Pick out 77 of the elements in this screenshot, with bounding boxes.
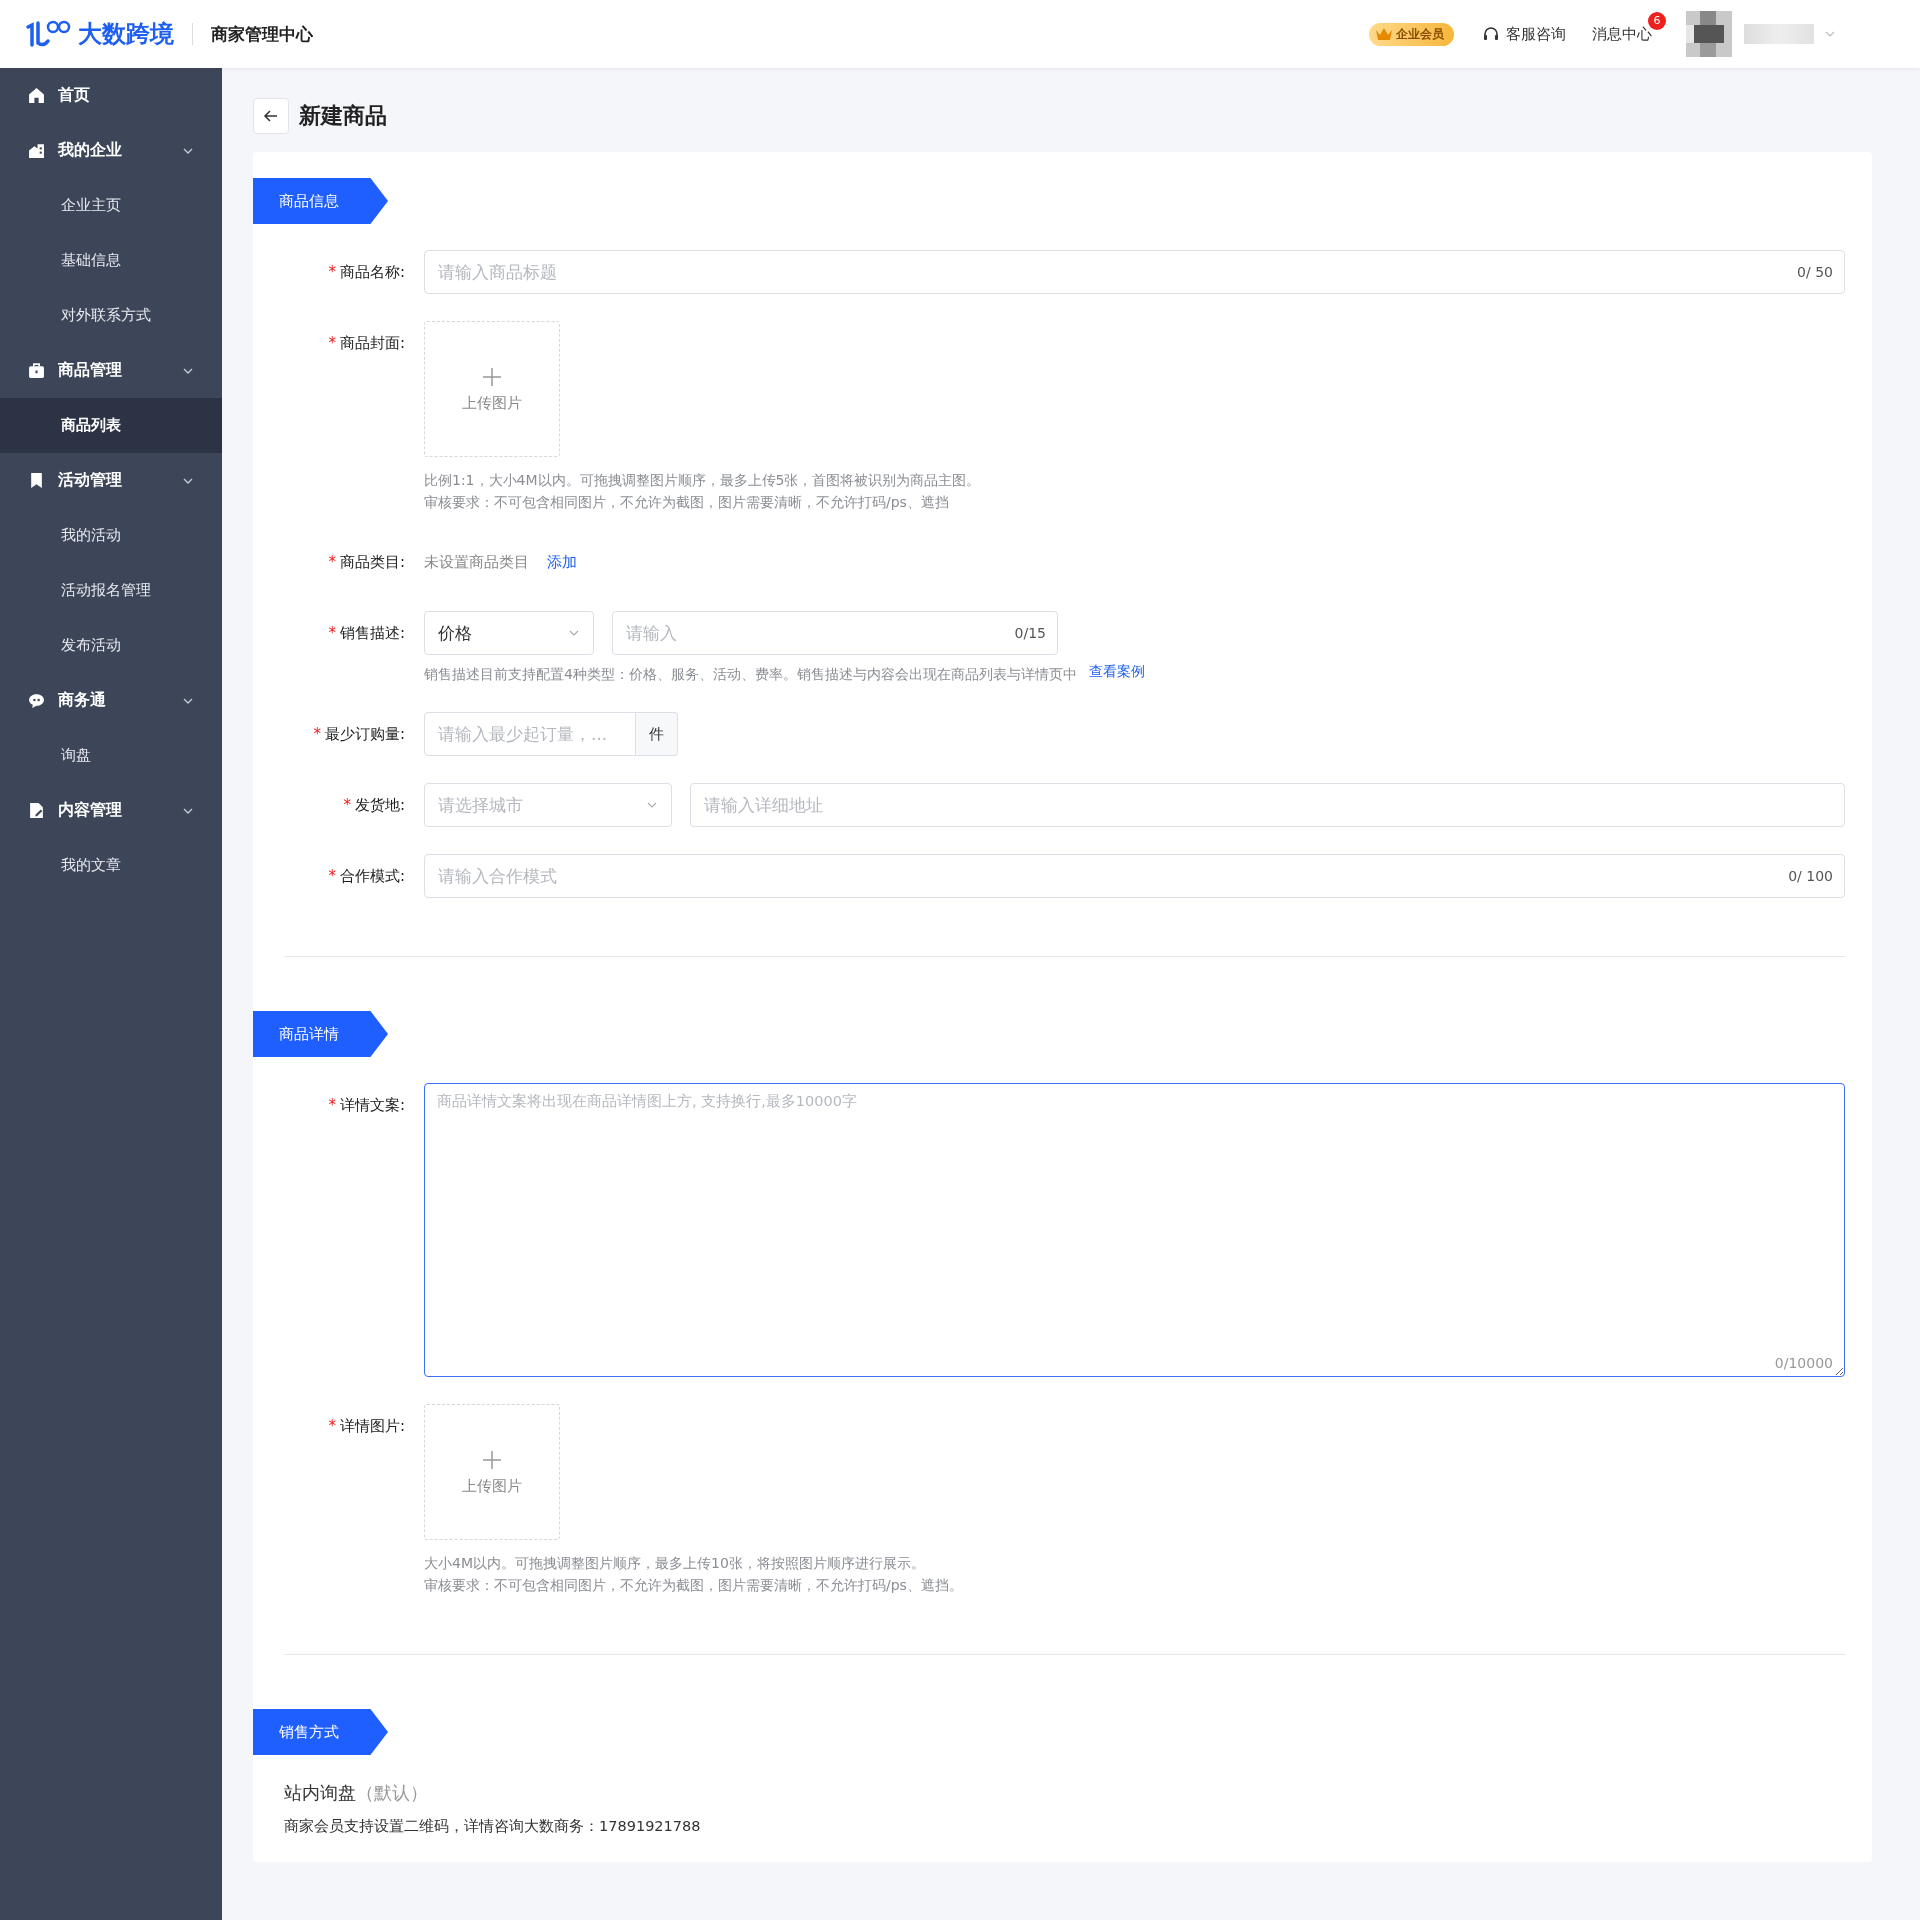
- field-label: 详情文案:: [339, 1096, 405, 1114]
- section-banner: 商品详情: [253, 1011, 388, 1057]
- plus-icon: [481, 1448, 503, 1471]
- nav-item[interactable]: 商品列表: [0, 398, 222, 453]
- hint-text: 审核要求：不可包含相同图片，不允许为截图，图片需要清晰，不允许打码/ps、遮挡: [424, 493, 950, 512]
- required-mark: *: [328, 624, 336, 642]
- required-mark: *: [328, 1417, 336, 1435]
- required-mark: *: [328, 334, 336, 352]
- nav-icon: [28, 87, 45, 104]
- nav-item[interactable]: 对外联系方式: [0, 288, 222, 343]
- nav-item[interactable]: 基础信息: [0, 233, 222, 288]
- required-mark: *: [313, 725, 321, 743]
- support-link[interactable]: 客服咨询: [1482, 24, 1566, 44]
- nav-group[interactable]: 内容管理: [0, 783, 222, 838]
- char-counter: 0/15: [1014, 624, 1046, 643]
- hint-text: 销售描述目前支持配置4种类型：价格、服务、活动、费率。销售描述与内容会出现在商品列表与详情页中: [424, 665, 1077, 684]
- nav-item[interactable]: 企业主页: [0, 178, 222, 233]
- nav-item[interactable]: 活动报名管理: [0, 563, 222, 618]
- section-banner: 商品信息: [253, 178, 388, 224]
- plus-icon: [481, 365, 503, 388]
- default-tag: （默认）: [356, 1782, 428, 1803]
- add-link[interactable]: 添加: [547, 552, 577, 572]
- field-label: 销售描述:: [339, 624, 405, 642]
- required-mark: *: [328, 553, 336, 571]
- unit-label: 件: [636, 712, 678, 756]
- char-counter: 0/10000: [1774, 1355, 1833, 1371]
- field-label: 合作模式:: [339, 867, 405, 885]
- field-label: 最少订购量:: [324, 725, 405, 743]
- example-link[interactable]: 查看案例: [1088, 663, 1145, 685]
- app-title: 商家管理中心: [211, 22, 313, 46]
- nav-group[interactable]: 活动管理: [0, 453, 222, 508]
- back-button[interactable]: [253, 98, 289, 134]
- field-label: 商品封面:: [339, 334, 405, 352]
- nav-icon: [28, 362, 45, 379]
- brand-name: 大数跨境: [78, 19, 174, 50]
- nav-item[interactable]: 发布活动: [0, 618, 222, 673]
- type-select[interactable]: 价格: [424, 611, 594, 655]
- note-text: 商家会员支持设置二维码，详情咨询大数商务：17891921788: [284, 1817, 702, 1836]
- upload-button[interactable]: 上传图片: [424, 321, 560, 457]
- blurred-username: [1744, 24, 1814, 44]
- nav-item[interactable]: 我的活动: [0, 508, 222, 563]
- avatar-icon[interactable]: [1686, 11, 1732, 57]
- nav-item[interactable]: 我的文章: [0, 838, 222, 893]
- required-mark: *: [328, 867, 336, 885]
- hint-text: 审核要求：不可包含相同图片，不允许为截图，图片需要清晰，不允许打码/ps、遮挡。: [424, 1576, 964, 1595]
- sales-method: 站内询盘: [284, 1782, 356, 1803]
- nav-group[interactable]: 商务通: [0, 673, 222, 728]
- back-arrow-icon: [263, 108, 279, 124]
- nav-item[interactable]: 询盘: [0, 728, 222, 783]
- char-counter: 0/ 50: [1797, 263, 1833, 282]
- upload-button[interactable]: 上传图片: [424, 1404, 560, 1540]
- required-mark: *: [328, 1096, 336, 1114]
- headset-icon: [1482, 25, 1500, 43]
- nav-group[interactable]: 首页: [0, 68, 222, 123]
- char-counter: 0/ 100: [1788, 867, 1833, 886]
- crown-icon: [1375, 26, 1393, 42]
- field-label: 发货地:: [354, 796, 405, 814]
- quantity-field[interactable]: 请输入最少起订量，...: [424, 712, 636, 756]
- vip-badge[interactable]: 企业会员: [1369, 22, 1454, 46]
- field-label: 详情图片:: [339, 1417, 405, 1435]
- section-banner: 销售方式: [253, 1709, 388, 1755]
- nav-group[interactable]: 我的企业: [0, 123, 222, 178]
- hint-text: 比例1:1，大小4M以内。可拖拽调整图片顺序，最多上传5张，首图将被识别为商品主图。: [424, 471, 982, 490]
- hint-text: 大小4M以内。可拖拽调整图片顺序，最多上传10张，将按照图片顺序进行展示。: [424, 1554, 926, 1573]
- nav-icon: [28, 692, 45, 709]
- page-title: 新建商品: [299, 102, 387, 130]
- field-label: 商品名称:: [339, 263, 405, 281]
- unread-badge: 6: [1648, 12, 1666, 30]
- nav-icon: [28, 142, 45, 159]
- required-mark: *: [343, 796, 351, 814]
- nav-icon: [28, 802, 45, 819]
- nav-icon: [28, 472, 45, 489]
- nav-group[interactable]: 商品管理: [0, 343, 222, 398]
- category-value: 未设置商品类目: [424, 552, 529, 572]
- address-field[interactable]: 请输入详细地址: [690, 783, 1845, 827]
- required-mark: *: [328, 263, 336, 281]
- field-label: 商品类目:: [339, 553, 405, 571]
